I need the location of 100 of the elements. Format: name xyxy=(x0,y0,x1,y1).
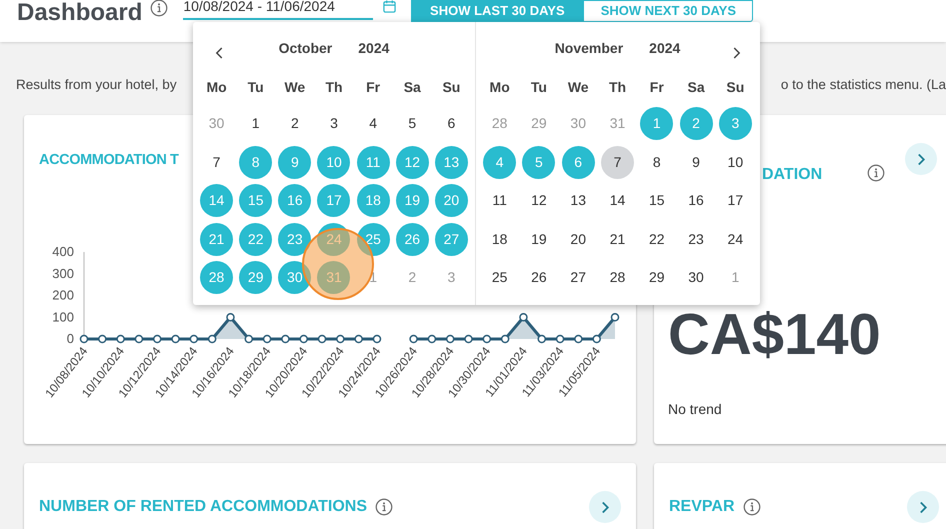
calendar-day[interactable]: 28 xyxy=(600,261,634,294)
calendar-day[interactable]: 10 xyxy=(718,146,752,178)
calendar-day[interactable]: 26 xyxy=(396,222,429,256)
calendar-day[interactable]: 7 xyxy=(600,146,634,178)
month-label[interactable]: October xyxy=(278,38,332,58)
calendar-day[interactable]: 21 xyxy=(200,222,234,256)
info-icon[interactable] xyxy=(742,498,760,516)
calendar-day[interactable]: 21 xyxy=(600,222,634,256)
next-button[interactable] xyxy=(905,143,937,175)
calendar-day[interactable]: 17 xyxy=(317,184,350,217)
calendar-day[interactable]: 20 xyxy=(562,222,595,256)
calendar-day[interactable]: 18 xyxy=(356,184,390,217)
next-button[interactable] xyxy=(907,491,939,523)
calendar-day[interactable]: 7 xyxy=(200,146,234,178)
calendar-day[interactable]: 18 xyxy=(483,222,516,256)
calendar-day[interactable]: 26 xyxy=(522,261,556,294)
info-icon[interactable] xyxy=(150,0,168,17)
calendar-day[interactable]: 16 xyxy=(278,184,312,217)
previous-month-icon[interactable] xyxy=(215,46,224,60)
calendar-day[interactable]: 13 xyxy=(434,146,468,178)
calendar-day[interactable]: 2 xyxy=(680,107,713,140)
calendar-day[interactable]: 17 xyxy=(718,184,752,217)
calendar-day[interactable]: 10 xyxy=(317,146,350,178)
calendar-day[interactable]: 1 xyxy=(239,107,272,140)
calendar-day[interactable]: 2 xyxy=(396,261,429,294)
data-point xyxy=(556,334,564,344)
info-icon[interactable] xyxy=(867,164,885,182)
calendar-day[interactable]: 3 xyxy=(718,107,752,140)
month-label[interactable]: November xyxy=(554,38,624,58)
calendar-day[interactable]: 31 xyxy=(317,261,350,294)
calendar-day[interactable]: 11 xyxy=(356,146,390,178)
year-label[interactable]: 2024 xyxy=(358,38,390,58)
calendar-day[interactable]: 1 xyxy=(718,261,752,294)
weekday-label: Mo xyxy=(206,78,227,97)
weekday-label: Su xyxy=(442,78,460,97)
calendar-day[interactable]: 6 xyxy=(562,146,595,178)
calendar-day[interactable]: 20 xyxy=(434,184,468,217)
calendar-day[interactable]: 30 xyxy=(278,261,312,294)
calendar-day[interactable]: 5 xyxy=(522,146,556,178)
range-button[interactable]: SHOW NEXT 30 DAYS xyxy=(583,0,754,22)
calendar-day[interactable]: 11 xyxy=(483,184,516,217)
data-point xyxy=(80,334,88,344)
calendar-day[interactable]: 8 xyxy=(640,146,674,178)
calendar-day[interactable]: 15 xyxy=(239,184,272,217)
data-point xyxy=(482,334,492,344)
year-label[interactable]: 2024 xyxy=(649,38,680,58)
calendar-day[interactable]: 30 xyxy=(562,107,595,140)
calendar-day[interactable]: 12 xyxy=(522,184,556,217)
intro-text: Results from your hotel, by xyxy=(16,76,177,94)
calendar-day[interactable]: 19 xyxy=(396,184,429,217)
weekday-label: Fr xyxy=(650,78,664,97)
next-button[interactable] xyxy=(589,491,621,523)
next-month-icon[interactable] xyxy=(732,46,741,60)
calendar-day[interactable]: 24 xyxy=(718,222,752,256)
calendar-day[interactable]: 31 xyxy=(600,107,634,140)
calendar-day[interactable]: 29 xyxy=(239,261,272,294)
calendar-day[interactable]: 14 xyxy=(600,184,634,217)
calendar-day[interactable]: 2 xyxy=(278,107,312,140)
calendar-day[interactable]: 13 xyxy=(562,184,595,217)
calendar-day[interactable]: 19 xyxy=(522,222,556,256)
calendar-day[interactable]: 29 xyxy=(640,261,674,294)
calendar-day[interactable]: 1 xyxy=(640,107,674,140)
calendar-day[interactable]: 16 xyxy=(680,184,713,217)
calendar-day[interactable]: 23 xyxy=(278,222,312,256)
range-button[interactable]: SHOW LAST 30 DAYS xyxy=(411,0,584,22)
data-point xyxy=(538,334,546,344)
calendar-day[interactable]: 29 xyxy=(522,107,556,140)
calendar-day[interactable]: 3 xyxy=(317,107,350,140)
calendar-day[interactable]: 14 xyxy=(200,184,234,217)
calendar-day[interactable]: 22 xyxy=(640,222,674,256)
calendar-day[interactable]: 9 xyxy=(680,146,713,178)
calendar-day[interactable]: 28 xyxy=(483,107,516,140)
calendar-day[interactable]: 27 xyxy=(434,222,468,256)
intro-text: o to the statistics menu. (La xyxy=(780,76,946,94)
weekday-label: Tu xyxy=(530,78,547,97)
data-point xyxy=(281,334,290,344)
data-point xyxy=(409,334,418,344)
data-point xyxy=(500,334,510,344)
date-range-field[interactable]: 10/08/2024 - 11/06/2024 xyxy=(183,0,374,20)
calendar-day[interactable]: 15 xyxy=(640,184,674,217)
calendar-day[interactable]: 22 xyxy=(239,222,272,256)
calendar-day[interactable]: 6 xyxy=(434,107,468,140)
calendar-day[interactable]: 4 xyxy=(483,146,516,178)
calendar-day[interactable]: 25 xyxy=(483,261,516,294)
metric-value: CA$140 xyxy=(668,313,881,357)
calendar-day[interactable]: 24 xyxy=(317,222,350,256)
calendar-day[interactable]: 27 xyxy=(562,261,595,294)
calendar-day[interactable]: 9 xyxy=(278,146,312,178)
calendar-day[interactable]: 8 xyxy=(239,146,272,178)
calendar-day[interactable]: 5 xyxy=(396,107,429,140)
calendar-day[interactable]: 4 xyxy=(356,107,390,140)
calendar-day[interactable]: 30 xyxy=(680,261,713,294)
calendar-day[interactable]: 25 xyxy=(356,222,390,256)
data-point xyxy=(428,334,436,344)
calendar-day[interactable]: 3 xyxy=(434,261,468,294)
calendar-day[interactable]: 28 xyxy=(200,261,234,294)
info-icon[interactable] xyxy=(374,498,393,516)
calendar-day[interactable]: 30 xyxy=(200,107,234,140)
calendar-day[interactable]: 12 xyxy=(396,146,429,178)
calendar-day[interactable]: 23 xyxy=(680,222,713,256)
